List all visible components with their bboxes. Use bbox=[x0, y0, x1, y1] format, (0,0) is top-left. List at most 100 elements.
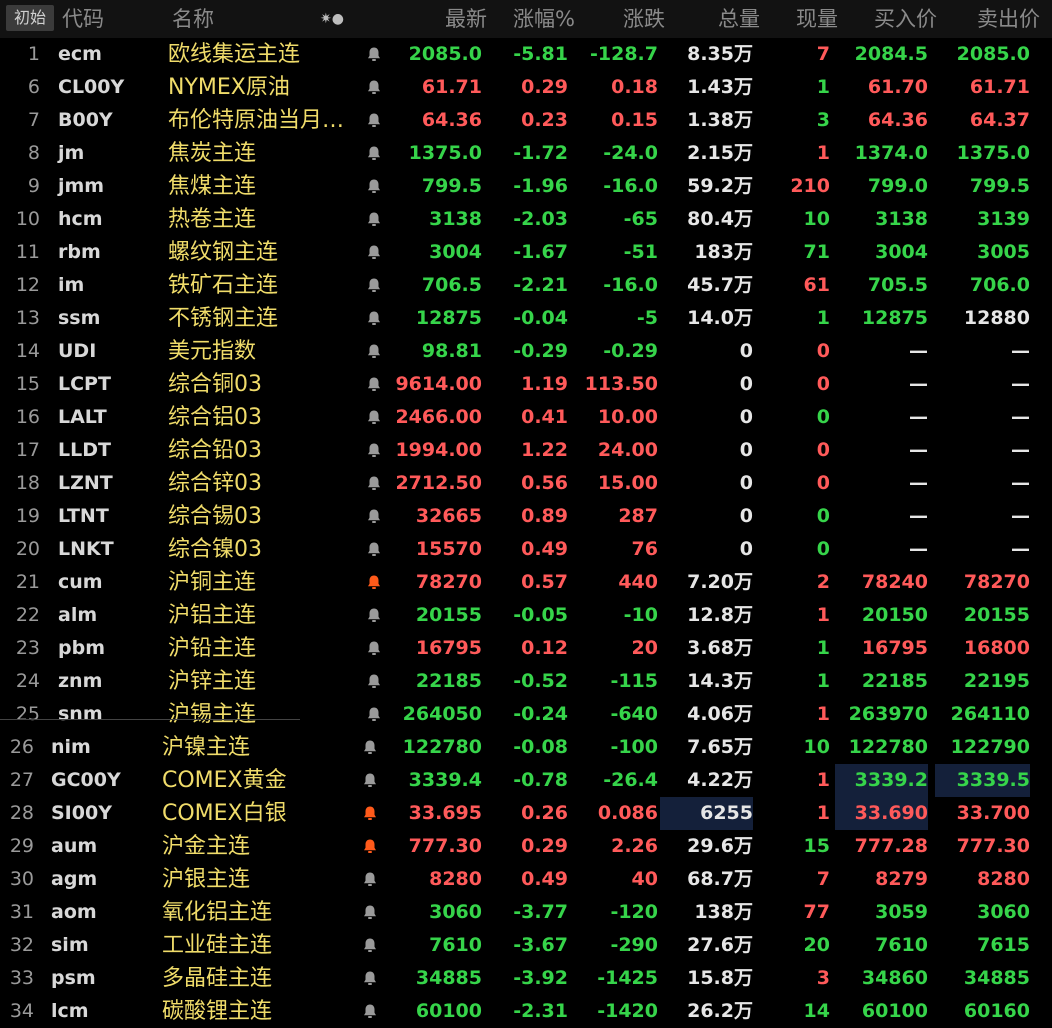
table-row[interactable]: 7 B00Y 布伦特原油当月… 64.36 0.23 0.15 1.38万 3 64.36 64.… bbox=[0, 104, 1052, 137]
alert-bell-icon[interactable] bbox=[362, 962, 382, 995]
total-volume: 0 bbox=[739, 439, 753, 461]
alert-bell-icon[interactable] bbox=[366, 170, 386, 203]
table-row[interactable]: 24 znm 沪锌主连 22185 -0.52 -115 14.3万 1 22185 22195 bbox=[0, 665, 1052, 698]
table-row[interactable]: 12 im 铁矿石主连 706.5 -2.21 -16.0 45.7万 61 705.5 706.… bbox=[0, 269, 1052, 302]
alert-bell-icon[interactable] bbox=[366, 500, 386, 533]
row-index: 6 bbox=[27, 76, 40, 98]
alert-bell-icon[interactable] bbox=[362, 896, 382, 929]
table-row[interactable]: 32 sim 工业硅主连 7610 -3.67 -290 27.6万 20 7610 7615 bbox=[0, 929, 1052, 962]
instrument-name: 综合锡03 bbox=[168, 504, 262, 529]
total-volume: 0 bbox=[739, 472, 753, 494]
bid-price: 12875 bbox=[861, 307, 928, 329]
header-last[interactable]: 最新 bbox=[400, 0, 487, 38]
instrument-code: aom bbox=[51, 901, 97, 923]
table-row[interactable]: 8 jm 焦炭主连 1375.0 -1.72 -24.0 2.15万 1 1374.0 1375.… bbox=[0, 137, 1052, 170]
alert-bell-icon[interactable] bbox=[366, 203, 386, 236]
alert-bell-icon[interactable] bbox=[366, 236, 386, 269]
alert-bell-icon[interactable] bbox=[366, 665, 386, 698]
alert-bell-icon[interactable] bbox=[366, 71, 386, 104]
alert-bell-icon[interactable] bbox=[362, 731, 382, 764]
column-settings-icon[interactable]: ✷● bbox=[320, 0, 344, 38]
alert-bell-icon[interactable] bbox=[366, 38, 386, 71]
change-percent: 0.49 bbox=[521, 868, 568, 890]
last-price: 34885 bbox=[415, 967, 482, 989]
alert-bell-icon[interactable] bbox=[366, 335, 386, 368]
current-volume: 7 bbox=[816, 43, 830, 65]
bid-price: 22185 bbox=[861, 670, 928, 692]
alert-bell-icon[interactable] bbox=[366, 698, 386, 731]
table-row[interactable]: 33 psm 多晶硅主连 34885 -3.92 -1425 15.8万 3 34860 3488… bbox=[0, 962, 1052, 995]
ask-price: — bbox=[1011, 340, 1030, 362]
alert-bell-icon[interactable] bbox=[366, 269, 386, 302]
alert-bell-icon[interactable] bbox=[362, 764, 382, 797]
header-pct[interactable]: 涨幅% bbox=[490, 0, 575, 38]
alert-bell-icon[interactable] bbox=[362, 830, 382, 863]
header-current[interactable]: 现量 bbox=[764, 0, 838, 38]
table-row[interactable]: 11 rbm 螺纹钢主连 3004 -1.67 -51 183万 71 3004 3005 bbox=[0, 236, 1052, 269]
table-row[interactable]: 9 jmm 焦煤主连 799.5 -1.96 -16.0 59.2万 210 799.0 799.… bbox=[0, 170, 1052, 203]
alert-bell-icon[interactable] bbox=[366, 401, 386, 434]
alert-bell-icon[interactable] bbox=[366, 104, 386, 137]
table-row[interactable]: 16 LALT 综合铝03 2466.00 0.41 10.00 0 0 — — bbox=[0, 401, 1052, 434]
total-volume: 0 bbox=[739, 406, 753, 428]
alert-bell-icon[interactable] bbox=[362, 863, 382, 896]
header-code[interactable]: 代码 bbox=[62, 0, 104, 38]
row-index: 25 bbox=[15, 703, 40, 725]
alert-bell-icon[interactable] bbox=[366, 566, 386, 599]
alert-bell-icon[interactable] bbox=[366, 467, 386, 500]
alert-bell-icon[interactable] bbox=[362, 995, 382, 1028]
row-index: 12 bbox=[15, 274, 40, 296]
table-row[interactable]: 28 SI00Y COMEX白银 33.695 0.26 0.086 6255 1 33.690… bbox=[0, 797, 1052, 830]
current-volume: 0 bbox=[816, 538, 830, 560]
table-row[interactable]: 34 lcm 碳酸锂主连 60100 -2.31 -1420 26.2万 14 60100 601… bbox=[0, 995, 1052, 1028]
table-row[interactable]: 18 LZNT 综合锌03 2712.50 0.56 15.00 0 0 — — bbox=[0, 467, 1052, 500]
current-volume: 0 bbox=[816, 373, 830, 395]
row-index: 29 bbox=[9, 835, 34, 857]
table-row[interactable]: 27 GC00Y COMEX黄金 3339.4 -0.78 -26.4 4.22万 1 3339… bbox=[0, 764, 1052, 797]
bid-price: — bbox=[909, 472, 928, 494]
alert-bell-icon[interactable] bbox=[366, 533, 386, 566]
header-volume[interactable]: 总量 bbox=[670, 0, 760, 38]
table-row[interactable]: 13 ssm 不锈钢主连 12875 -0.04 -5 14.0万 1 12875 12880 bbox=[0, 302, 1052, 335]
table-row[interactable]: 21 cum 沪铜主连 78270 0.57 440 7.20万 2 78240 78270 bbox=[0, 566, 1052, 599]
table-row[interactable]: 29 aum 沪金主连 777.30 0.29 2.26 29.6万 15 777.28 777.… bbox=[0, 830, 1052, 863]
table-row[interactable]: 6 CL00Y NYMEX原油 61.71 0.29 0.18 1.43万 1 61.70 61.… bbox=[0, 71, 1052, 104]
alert-bell-icon[interactable] bbox=[366, 368, 386, 401]
table-row[interactable]: 19 LTNT 综合锡03 32665 0.89 287 0 0 — — bbox=[0, 500, 1052, 533]
change-amount: -100 bbox=[610, 736, 658, 758]
ask-price: 2085.0 bbox=[956, 43, 1030, 65]
table-row[interactable]: 22 alm 沪铝主连 20155 -0.05 -10 12.8万 1 20150 20155 bbox=[0, 599, 1052, 632]
header-change[interactable]: 涨跌 bbox=[580, 0, 665, 38]
table-row[interactable]: 15 LCPT 综合铜03 9614.00 1.19 113.50 0 0 — — bbox=[0, 368, 1052, 401]
header-ask[interactable]: 卖出价 bbox=[945, 0, 1040, 38]
table-row[interactable]: 31 aom 氧化铝主连 3060 -3.77 -120 138万 77 3059 3060 bbox=[0, 896, 1052, 929]
ask-price: 3060 bbox=[977, 901, 1030, 923]
table-row[interactable]: 30 agm 沪银主连 8280 0.49 40 68.7万 7 8279 8280 bbox=[0, 863, 1052, 896]
alert-bell-icon[interactable] bbox=[366, 137, 386, 170]
header-bid[interactable]: 买入价 bbox=[842, 0, 937, 38]
change-amount: -26.4 bbox=[603, 769, 658, 791]
alert-bell-icon[interactable] bbox=[362, 797, 382, 830]
instrument-code: LCPT bbox=[58, 373, 111, 395]
alert-bell-icon[interactable] bbox=[366, 632, 386, 665]
table-row[interactable]: 26 nim 沪镍主连 122780 -0.08 -100 7.65万 10 122780 122… bbox=[0, 731, 1052, 764]
table-row[interactable]: 23 pbm 沪铅主连 16795 0.12 20 3.68万 1 16795 16800 bbox=[0, 632, 1052, 665]
table-row[interactable]: 14 UDI 美元指数 98.81 -0.29 -0.29 0 0 — — bbox=[0, 335, 1052, 368]
alert-bell-icon[interactable] bbox=[366, 434, 386, 467]
table-row[interactable]: 17 LLDT 综合铅03 1994.00 1.22 24.00 0 0 — — bbox=[0, 434, 1052, 467]
table-row[interactable]: 20 LNKT 综合镍03 15570 0.49 76 0 0 — — bbox=[0, 533, 1052, 566]
ask-price: 16800 bbox=[963, 637, 1030, 659]
table-row[interactable]: 25 snm 沪锡主连 264050 -0.24 -640 4.06万 1 263970 2641… bbox=[0, 698, 1052, 731]
table-row[interactable]: 10 hcm 热卷主连 3138 -2.03 -65 80.4万 10 3138 3139 bbox=[0, 203, 1052, 236]
header-name[interactable]: 名称 bbox=[172, 0, 214, 38]
alert-bell-icon[interactable] bbox=[362, 929, 382, 962]
bid-price: 3339.2 bbox=[835, 764, 928, 797]
init-button[interactable]: 初始 bbox=[6, 5, 54, 31]
change-percent: -0.24 bbox=[513, 703, 568, 725]
instrument-name: 铁矿石主连 bbox=[168, 273, 279, 298]
ask-price: 3339.5 bbox=[935, 764, 1030, 797]
table-row[interactable]: 1 ecm 欧线集运主连 2085.0 -5.81 -128.7 8.35万 7 2084.5 2… bbox=[0, 38, 1052, 71]
alert-bell-icon[interactable] bbox=[366, 599, 386, 632]
alert-bell-icon[interactable] bbox=[366, 302, 386, 335]
current-volume: 10 bbox=[803, 736, 830, 758]
